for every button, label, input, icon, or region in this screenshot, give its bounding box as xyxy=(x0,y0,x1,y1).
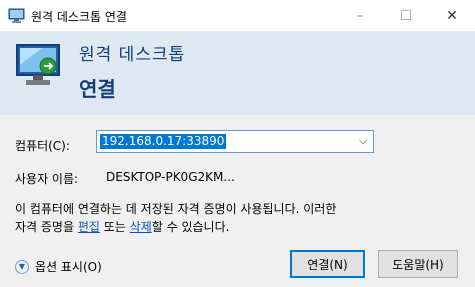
edit-credentials-link[interactable]: 편집 xyxy=(78,220,100,234)
note-middle: 또는 xyxy=(99,220,130,234)
credentials-note: 이 컴퓨터에 연결하는 데 저장된 자격 증명이 사용됩니다. 이러한 자격 증… xyxy=(15,200,435,236)
computer-label: 컴퓨터(C): xyxy=(15,139,70,153)
close-icon: ✕ xyxy=(446,7,458,24)
help-button[interactable]: 도움말(H) xyxy=(378,250,458,278)
note-line-2: 자격 증명을 편집 또는 삭제할 수 있습니다. xyxy=(15,218,435,236)
expand-chevron-icon[interactable]: ▼ xyxy=(15,259,29,274)
show-options-label[interactable]: 옵션 표시(O) xyxy=(35,258,102,275)
banner-title: 원격 데스크톱 xyxy=(79,45,186,65)
remote-desktop-app-icon xyxy=(8,8,25,23)
note-line-1: 이 컴퓨터에 연결하는 데 저장된 자격 증명이 사용됩니다. 이러한 xyxy=(15,202,337,216)
window-title: 원격 데스크톱 연결 xyxy=(31,10,127,24)
remote-desktop-icon xyxy=(16,44,60,85)
note-prefix: 자격 증명을 xyxy=(15,220,78,234)
maximize-icon: ☐ xyxy=(399,7,413,24)
banner-subtitle: 연결 xyxy=(79,77,116,101)
delete-credentials-link[interactable]: 삭제 xyxy=(130,220,152,234)
computer-input[interactable]: 192.168.0.17:33890 xyxy=(100,134,227,149)
connect-button[interactable]: 연결(N) xyxy=(290,250,365,278)
title-bar: 원격 데스크톱 연결 – ☐ ✕ xyxy=(0,0,475,31)
computer-combobox[interactable]: 192.168.0.17:33890 ⌵ xyxy=(96,130,374,153)
maximize-button[interactable]: ☐ xyxy=(383,0,429,31)
minimize-button[interactable]: – xyxy=(337,0,383,31)
show-options-toggle[interactable]: ▼ 옵션 표시(O) xyxy=(15,258,102,275)
username-value: DESKTOP-PK0G2KM... xyxy=(106,170,235,184)
header-banner: 원격 데스크톱 연결 xyxy=(0,31,475,115)
minimize-icon: – xyxy=(356,7,364,24)
username-label: 사용자 이름: xyxy=(15,172,79,186)
chevron-down-icon[interactable]: ⌵ xyxy=(357,134,369,148)
note-suffix: 할 수 있습니다. xyxy=(151,220,230,234)
close-button[interactable]: ✕ xyxy=(429,0,475,31)
